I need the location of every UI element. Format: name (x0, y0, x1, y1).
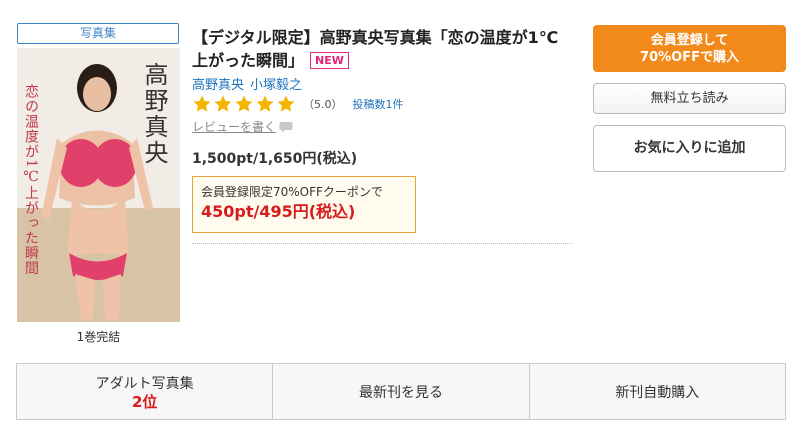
rating: （5.0） 投稿数1件 (192, 93, 404, 115)
author-link[interactable]: 高野真央 (192, 78, 244, 93)
bottom-bar: アダルト写真集 2位 最新刊を見る 新刊自動購入 (16, 363, 786, 420)
star-icon (277, 95, 295, 112)
author-link[interactable]: 小塚毅之 (250, 78, 302, 93)
category-tag[interactable]: 写真集 (17, 23, 179, 44)
star-icon (256, 95, 274, 112)
product-title: 【デジタル限定】高野真央写真集「恋の温度が1℃上がった瞬間」 NEW (192, 26, 572, 72)
star-icon (214, 95, 232, 112)
speech-bubble-icon (279, 121, 293, 132)
star-icon (235, 95, 253, 112)
latest-volume-button[interactable]: 最新刊を見る (273, 364, 530, 419)
free-trial-button[interactable]: 無料立ち読み (593, 83, 786, 114)
auto-purchase-button[interactable]: 新刊自動購入 (530, 364, 785, 419)
coupon-label: 会員登録限定70%OFFクーポンで (201, 185, 383, 199)
register-line2: 70%OFFで購入 (640, 49, 739, 65)
add-favorite-button[interactable]: お気に入りに追加 (593, 125, 786, 172)
volume-note: 1巻完結 (76, 330, 121, 344)
regular-price: 1,500pt/1,650円(税込) (192, 151, 358, 167)
write-review-link[interactable]: レビューを書く (192, 118, 293, 135)
coupon-box: 会員登録限定70%OFFクーポンで 450pt/495円(税込) (192, 176, 416, 233)
write-review-label: レビューを書く (192, 120, 277, 134)
ranking-cell[interactable]: アダルト写真集 2位 (17, 364, 274, 419)
author-list: 高野真央 小塚毅之 (192, 74, 308, 93)
ranking-value: 2位 (131, 392, 158, 411)
register-line1: 会員登録して (650, 32, 729, 48)
divider (192, 243, 572, 244)
coupon-price: 450pt/495円(税込) (201, 202, 356, 221)
new-badge: NEW (310, 52, 349, 69)
register-purchase-button[interactable]: 会員登録して 70%OFFで購入 (593, 25, 786, 72)
cover-subtitle: 恋の温度が1℃上がった瞬間 (23, 84, 39, 276)
ranking-label: アダルト写真集 (95, 375, 194, 392)
title-text: 【デジタル限定】高野真央写真集「恋の温度が1℃上がった瞬間」 (192, 28, 559, 70)
cover-image[interactable]: 高野真央 恋の温度が1℃上がった瞬間 (17, 48, 180, 322)
rating-score: （5.0） (303, 98, 343, 111)
star-icon (193, 95, 211, 112)
review-count-link[interactable]: 投稿数1件 (353, 96, 404, 112)
cover-title: 高野真央 (140, 62, 168, 166)
